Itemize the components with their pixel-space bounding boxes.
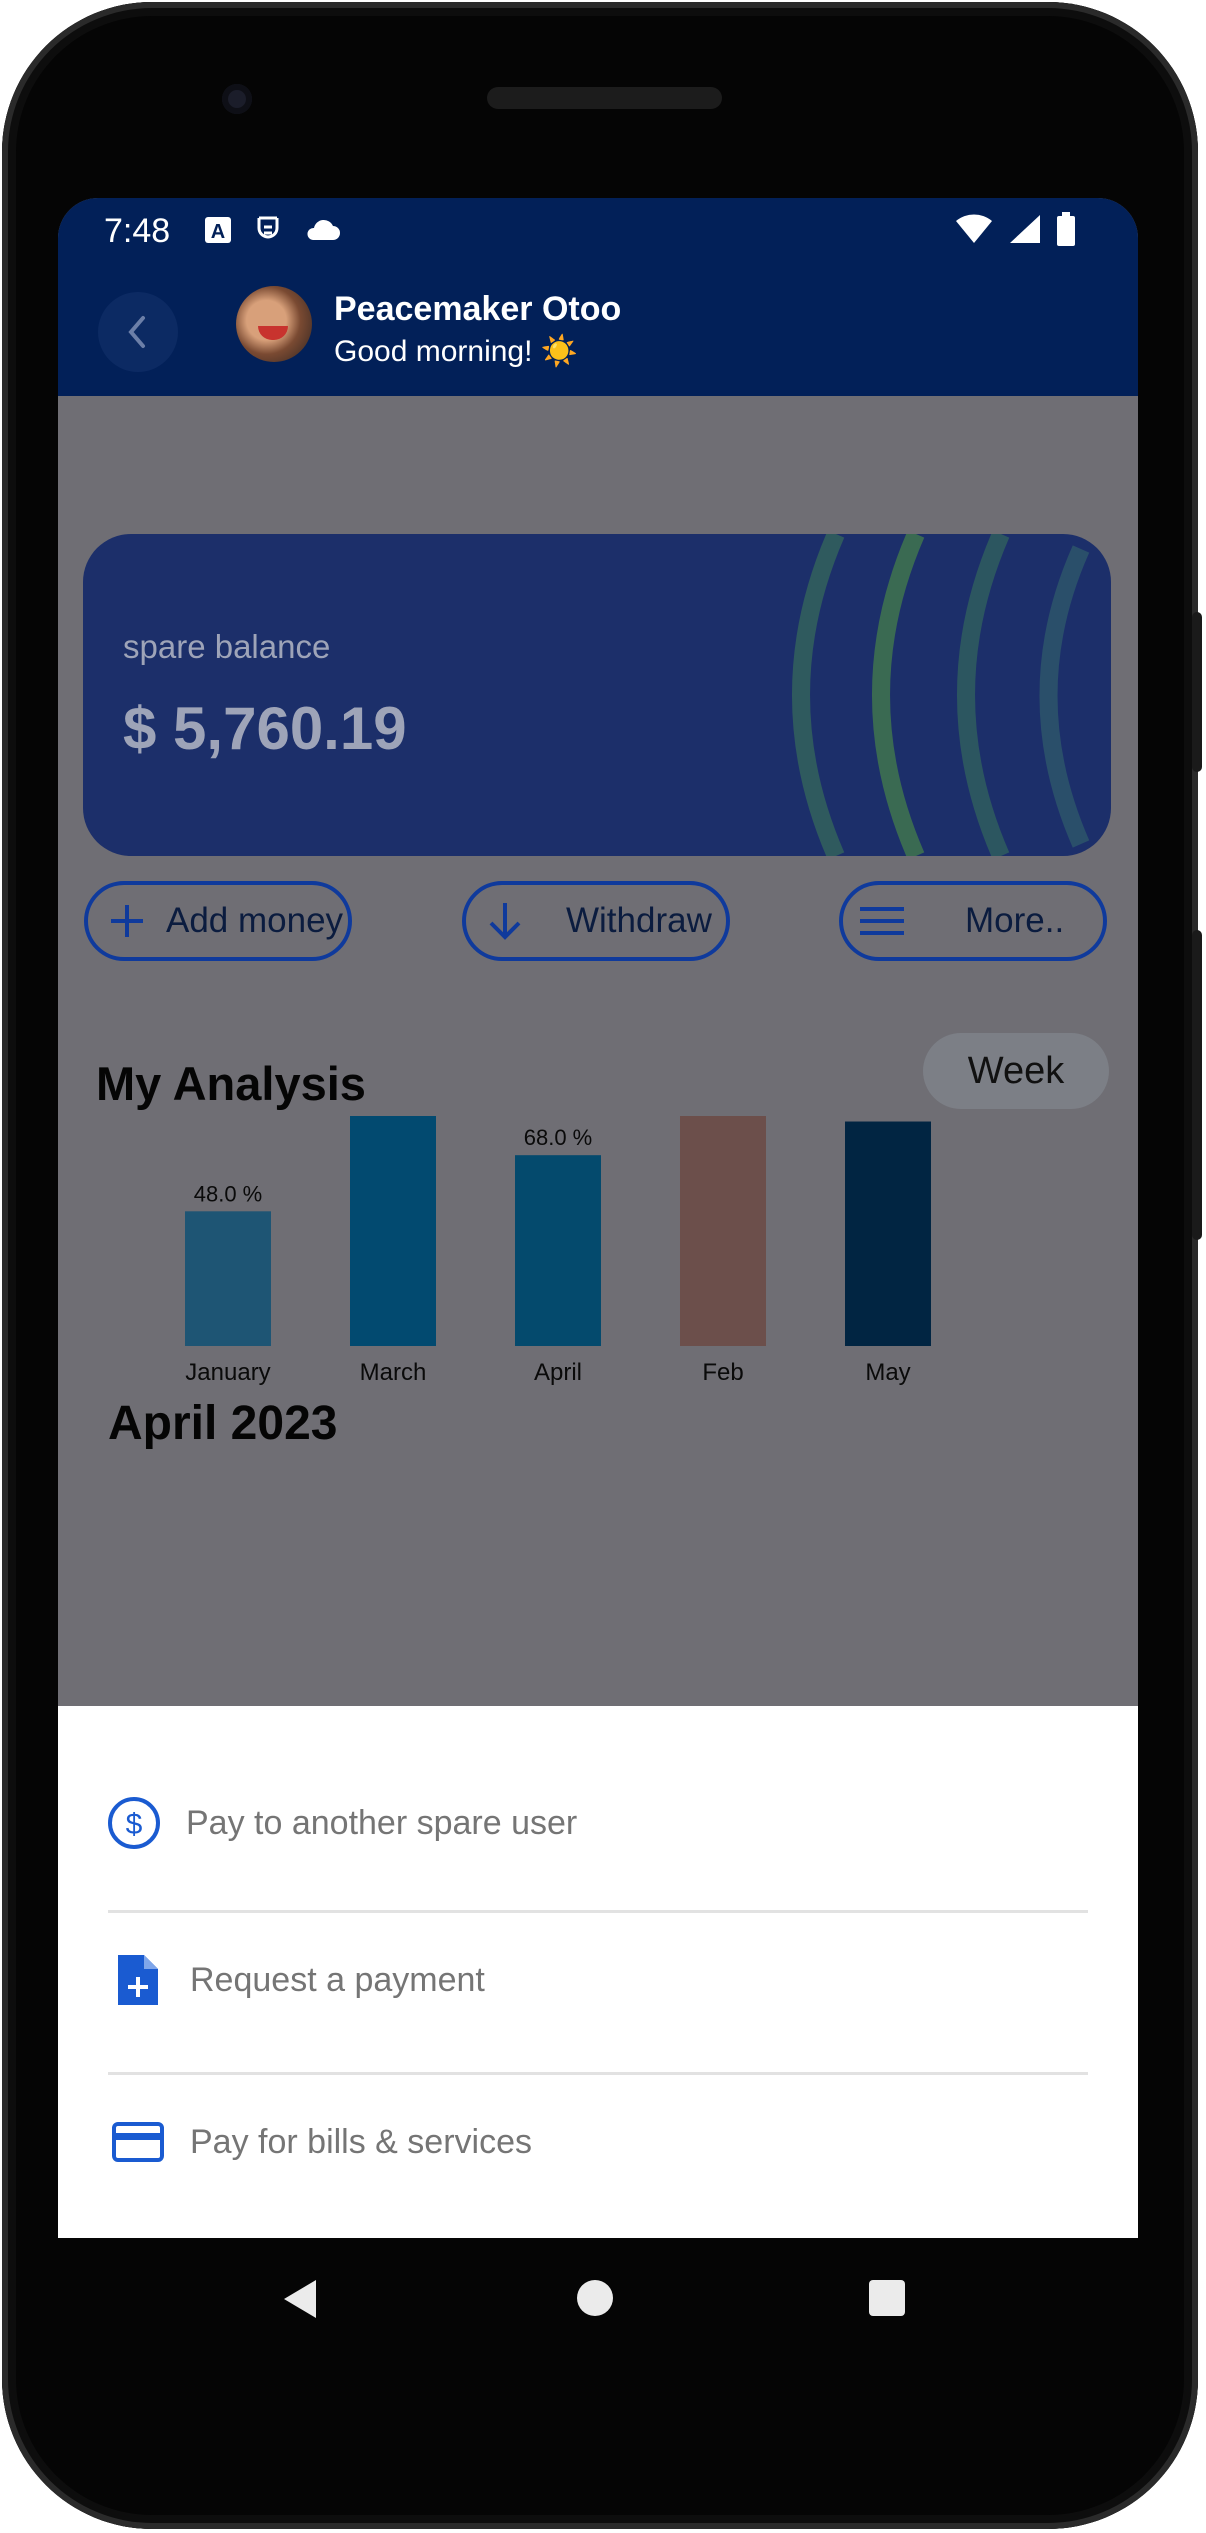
system-navigation-bar <box>58 2238 1138 2358</box>
month-title: April 2023 <box>108 1397 338 1450</box>
bar-value-label: 80.0 % <box>854 1116 923 1117</box>
sheet-divider <box>108 1910 1088 1913</box>
cloud-icon <box>307 219 340 240</box>
bottom-sheet: $ Pay to another spare user Request a pa… <box>58 1706 1138 2238</box>
sheet-divider <box>108 2072 1088 2075</box>
front-camera <box>222 84 252 114</box>
more-label: More.. <box>965 901 1065 940</box>
document-add-icon <box>118 1955 158 2005</box>
category-label: May <box>865 1359 910 1386</box>
recents-nav-icon[interactable] <box>869 2280 905 2316</box>
bar-january <box>185 1211 271 1346</box>
screen: 7:48 A Peacemaker Otoo Good morning! ☀️ … <box>58 198 1138 2238</box>
avatar[interactable] <box>236 286 312 362</box>
chevron-left-icon <box>128 316 145 348</box>
bar-value-label: 68.0 % <box>524 1125 593 1150</box>
font-icon: A <box>205 217 231 243</box>
app-header: Peacemaker Otoo Good morning! ☀️ <box>58 272 1138 396</box>
bar-april <box>515 1155 601 1346</box>
svg-text:$: $ <box>126 1808 143 1841</box>
bar-value-label: 48.0 % <box>194 1181 263 1206</box>
plus-icon <box>111 905 143 937</box>
add-money-button[interactable]: Add money <box>84 881 352 961</box>
pay-bills-label: Pay for bills & services <box>190 2122 532 2161</box>
credit-card-icon <box>112 2122 164 2162</box>
battery-icon <box>1057 212 1075 246</box>
request-payment-label: Request a payment <box>190 1960 485 1999</box>
menu-icon <box>860 907 904 935</box>
request-payment-item[interactable]: Request a payment <box>58 1920 1138 2040</box>
svg-text:A: A <box>211 221 225 243</box>
hand-icon <box>257 216 279 239</box>
analysis-title: My Analysis <box>96 1057 366 1110</box>
user-name: Peacemaker Otoo <box>334 290 622 328</box>
balance-card: spare balance $ 5,760.19 <box>83 534 1111 856</box>
bar-feb <box>680 1116 766 1346</box>
signal-icon <box>1010 215 1040 243</box>
status-time: 7:48 <box>104 212 171 250</box>
withdraw-button[interactable]: Withdraw <box>462 881 730 961</box>
wifi-icon <box>956 214 992 243</box>
back-nav-icon[interactable] <box>280 2278 320 2320</box>
period-selector[interactable]: Week <box>923 1033 1109 1109</box>
balance-amount: $ 5,760.19 <box>123 695 407 762</box>
greeting: Good morning! ☀️ <box>334 335 579 368</box>
volume-button <box>1192 930 1202 1240</box>
back-button[interactable] <box>98 292 178 372</box>
pay-bills-item[interactable]: Pay for bills & services <box>58 2082 1138 2202</box>
add-money-label: Add money <box>166 901 344 940</box>
category-label: March <box>360 1359 427 1386</box>
arrow-down-icon <box>489 903 521 940</box>
analysis-bar-chart: 48.0 %January100.0 %March68.0 %April90.0… <box>185 1116 931 1386</box>
power-button <box>1192 612 1202 772</box>
dollar-circle-icon: $ <box>108 1797 160 1849</box>
bar-march <box>350 1116 436 1346</box>
home-nav-icon[interactable] <box>576 2279 614 2317</box>
category-label: April <box>534 1359 582 1386</box>
category-label: Feb <box>702 1359 743 1386</box>
status-bar: 7:48 A <box>58 198 1138 272</box>
pay-another-user-label: Pay to another spare user <box>186 1803 578 1842</box>
withdraw-label: Withdraw <box>566 901 712 940</box>
decorative-arcs <box>792 534 1090 856</box>
earpiece-speaker <box>487 87 722 109</box>
pay-another-user-item[interactable]: $ Pay to another spare user <box>58 1763 1138 1883</box>
balance-label: spare balance <box>123 628 331 665</box>
more-button[interactable]: More.. <box>839 881 1107 961</box>
category-label: January <box>185 1359 270 1386</box>
bar-may <box>845 1121 931 1346</box>
